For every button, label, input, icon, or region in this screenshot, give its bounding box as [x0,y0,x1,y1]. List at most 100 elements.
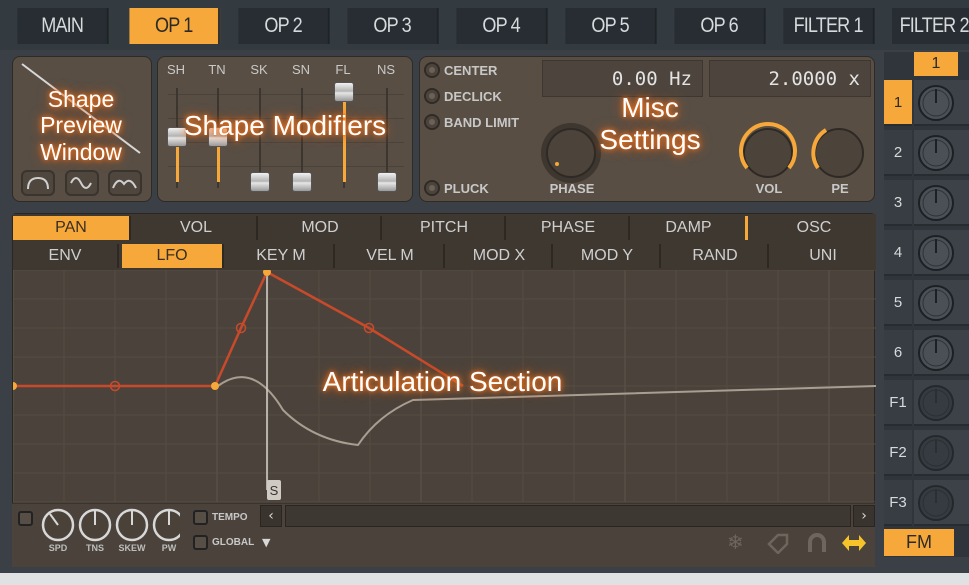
pluck-label: PLUCK [444,180,489,196]
tempo-label: TEMPO [212,512,248,523]
tab-rand[interactable]: RAND [663,244,769,268]
tab-mod[interactable]: MOD [260,216,382,240]
scroll-right-button[interactable]: › [853,505,875,527]
tab-op-6[interactable]: OP 6 [674,8,766,44]
matrix-amount-knob[interactable] [914,280,969,326]
declick-label: DECLICK [444,88,502,104]
tab-op-4[interactable]: OP 4 [456,8,548,44]
matrix-row-label-6[interactable]: 6 [884,330,912,376]
tab-pitch[interactable]: PITCH [384,216,506,240]
tab-op-1[interactable]: OP 1 [129,8,221,44]
scroll-left-button[interactable]: ‹ [260,505,282,527]
modifier-grid-line [168,94,404,95]
tab-pan[interactable]: PAN [13,216,131,240]
modifier-label-ns: NS [376,62,396,77]
matrix-row-label-4[interactable]: 4 [884,230,912,276]
tab-phase[interactable]: PHASE [508,216,630,240]
tab-uni[interactable]: UNI [771,244,875,268]
tab-filter-2[interactable]: FILTER 2 [892,8,969,44]
volume-knob[interactable] [735,120,801,186]
spd-knob[interactable] [41,508,75,542]
matrix-cell [914,280,969,326]
tab-damp[interactable]: DAMP [632,216,748,240]
pitch-envelope-knob[interactable] [806,120,872,186]
articulation-annotation: Articulation Section [322,366,563,397]
matrix-amount-knob[interactable] [914,380,969,426]
tab-vol[interactable]: VOL [136,216,258,240]
center-radio-icon [424,62,440,78]
pw-knob[interactable] [152,508,180,542]
frequency-ratio-field[interactable]: 2.0000 x [709,60,871,97]
tns-knob[interactable] [78,508,112,542]
matrix-cell [914,80,969,126]
tab-env[interactable]: ENV [13,244,119,268]
tag-icon[interactable] [766,532,790,554]
tab-op-2[interactable]: OP 2 [238,8,330,44]
modifier-slider-knob[interactable] [292,172,312,192]
tab-op-5[interactable]: OP 5 [565,8,657,44]
snowflake-icon[interactable]: ❄ [727,530,744,554]
pluck-radio-icon [424,180,440,196]
sustain-marker-label: S [270,483,279,498]
matrix-cell [914,230,969,276]
matrix-amount-knob[interactable] [914,330,969,376]
matrix-row-label-f1[interactable]: F1 [884,380,912,426]
matrix-amount-knob[interactable] [914,230,969,276]
matrix-amount-knob[interactable] [914,80,969,126]
matrix-cell [914,380,969,426]
matrix-amount-knob[interactable] [914,130,969,176]
tab-main[interactable]: MAIN [17,8,109,44]
matrix-row-label-f3[interactable]: F3 [884,480,912,526]
timeline-ruler [0,573,969,585]
menu-dropdown-icon[interactable]: ▼ [262,536,270,549]
modifier-slider-knob[interactable] [250,172,270,192]
center-option[interactable]: CENTER [424,60,497,80]
matrix-header-button[interactable]: 1 [914,52,958,76]
shape-preview-annotation: Shape Preview Window [40,86,122,165]
stretch-arrows-icon[interactable] [840,532,868,554]
tab-lfo[interactable]: LFO [122,244,224,268]
matrix-row-label-2[interactable]: 2 [884,130,912,176]
matrix-amount-knob[interactable] [914,430,969,476]
tab-op-3[interactable]: OP 3 [347,8,439,44]
matrix-row-label-3[interactable]: 3 [884,180,912,226]
modifier-slider-knob[interactable] [334,82,354,102]
tab-key-m[interactable]: KEY M [229,244,335,268]
skew-knob[interactable] [115,508,149,542]
magnet-icon[interactable] [805,532,829,554]
matrix-amount-knob[interactable] [914,480,969,526]
envelope-point[interactable] [13,382,17,390]
matrix-cell [914,430,969,476]
global-checkbox[interactable] [193,535,208,550]
tempo-checkbox[interactable] [193,510,208,525]
tab-vel-m[interactable]: VEL M [337,244,445,268]
shape-round-button[interactable] [21,170,55,196]
spd-knob-label: SPD [48,543,68,553]
envelope-point[interactable] [211,382,219,390]
matrix-amount-knob[interactable] [914,180,969,226]
matrix-row-label-1[interactable]: 1 [884,80,912,126]
tab-osc[interactable]: OSC [753,216,875,240]
articulation-toggle-checkbox[interactable] [18,511,33,526]
chevron-left-icon: ‹ [268,508,274,524]
horizontal-scrollbar[interactable] [285,505,851,527]
tab-mod-x[interactable]: MOD X [447,244,553,268]
articulation-source-tabs: ENV LFO KEY M VEL M MOD X MOD Y RAND UNI [13,242,876,270]
round-shape-icon [27,176,49,190]
shape-double-hump-button[interactable] [108,170,142,196]
matrix-row-label-f2[interactable]: F2 [884,430,912,476]
pluck-option[interactable]: PLUCK [424,178,489,198]
modifier-label-tn: TN [208,62,226,77]
declick-option[interactable]: DECLICK [424,86,502,106]
modifier-label-sk: SK [250,62,268,77]
tab-mod-y[interactable]: MOD Y [555,244,661,268]
modifier-grid-line [168,166,404,167]
shape-modifiers-annotation: Shape Modifiers [183,110,387,141]
fm-button[interactable]: FM [884,529,954,556]
matrix-row-label-5[interactable]: 5 [884,280,912,326]
shape-sine-button[interactable] [65,170,99,196]
sine-wave-icon [70,177,92,189]
tab-filter-1[interactable]: FILTER 1 [783,8,875,44]
band-limit-option[interactable]: BAND LIMIT [424,112,519,132]
modifier-slider-knob[interactable] [377,172,397,192]
